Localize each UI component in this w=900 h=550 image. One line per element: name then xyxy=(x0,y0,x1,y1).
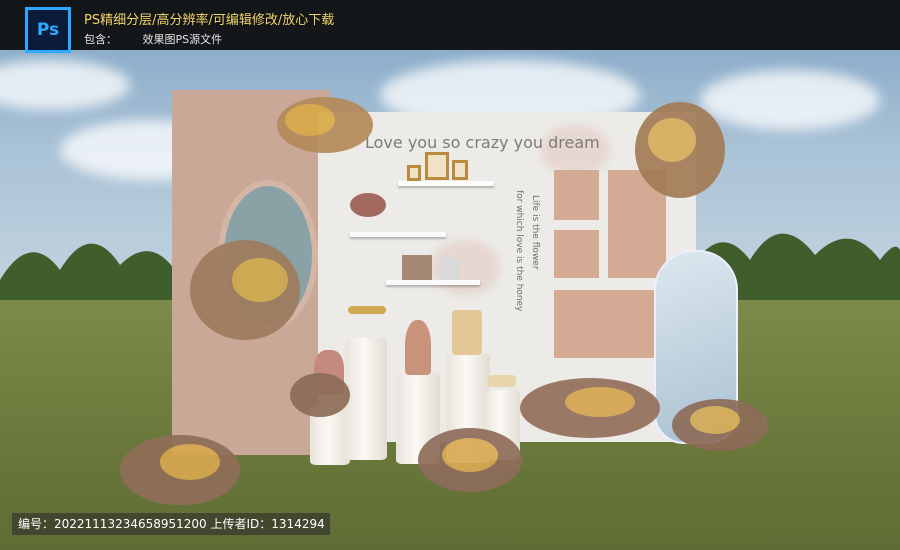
floral-arrangements xyxy=(120,97,768,505)
footer-id-bar: 编号：20221113234658951200 上传者ID：1314294 xyxy=(12,513,330,535)
